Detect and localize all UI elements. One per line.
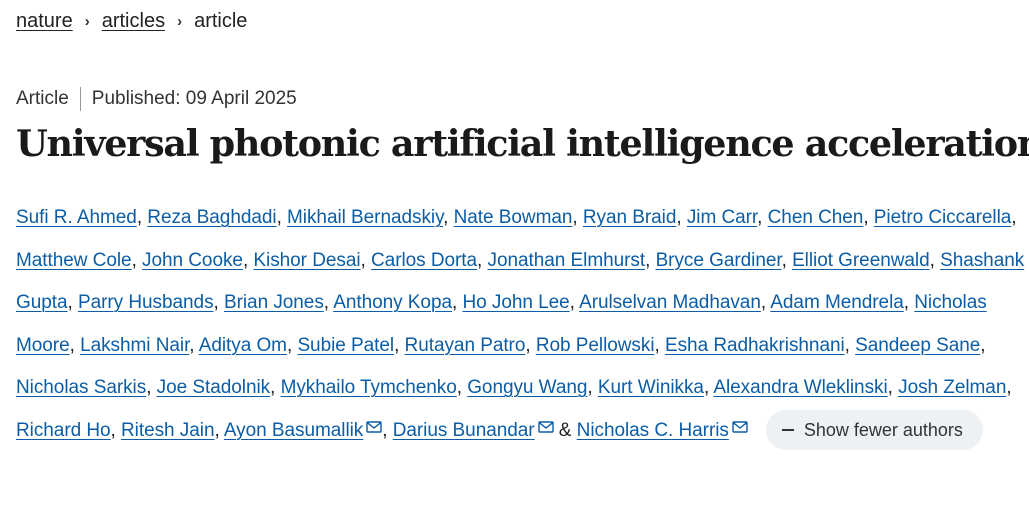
author-link[interactable]: Jim Carr (687, 207, 757, 228)
envelope-icon[interactable] (732, 420, 748, 433)
author-link[interactable]: Kurt Winikka (598, 377, 704, 398)
author-conjunction: & (558, 419, 572, 441)
author-link[interactable]: Ryan Braid (583, 207, 677, 228)
author-link[interactable]: Adam Mendrela (770, 292, 904, 313)
author-link[interactable]: Rutayan Patro (405, 335, 526, 356)
author-link[interactable]: Matthew Cole (16, 250, 132, 271)
envelope-icon[interactable] (537, 420, 554, 433)
article-type: Article (16, 88, 69, 109)
breadcrumb-link-nature[interactable]: nature (16, 10, 73, 33)
show-fewer-label: Show fewer authors (803, 419, 963, 440)
author-link[interactable]: Darius Bunandar (393, 420, 535, 441)
author-link[interactable]: Gongyu Wang (467, 377, 587, 398)
author-link[interactable]: Arulselvan Madhavan (579, 292, 761, 313)
author-link[interactable]: Alexandra Wleklinski (713, 377, 887, 398)
author-link[interactable]: Esha Radhakrishnani (665, 335, 845, 356)
author-link[interactable]: Aditya Om (199, 335, 287, 356)
author-link[interactable]: Anthony Kopa (333, 292, 452, 313)
author-link[interactable]: Reza Baghdadi (147, 207, 276, 228)
article-meta: Article Published: 09 April 2025 (16, 87, 297, 111)
author-link[interactable]: Ritesh Jain (121, 420, 215, 441)
author-link[interactable]: Rob Pellowski (536, 335, 655, 356)
author-link[interactable]: Nate Bowman (454, 207, 573, 228)
author-link[interactable]: Mykhailo Tymchenko (281, 377, 457, 398)
author-link[interactable]: Nicholas Sarkis (16, 377, 146, 398)
author-link[interactable]: Josh Zelman (898, 377, 1006, 398)
author-link[interactable]: Mikhail Bernadskiy (287, 207, 443, 228)
breadcrumb-current: article (194, 10, 248, 32)
publish-date: Published: 09 April 2025 (91, 88, 297, 109)
author-link[interactable]: Brian Jones (224, 292, 324, 313)
envelope-icon[interactable] (366, 420, 382, 433)
author-link[interactable]: Bryce Gardiner (656, 250, 782, 271)
author-link[interactable]: Subie Patel (297, 335, 394, 356)
article-title: Universal photonic artificial intelligen… (16, 122, 1029, 165)
chevron-right-icon: › (84, 13, 90, 30)
author-link[interactable]: Nicholas C. Harris (577, 420, 729, 441)
author-link[interactable]: Pietro Ciccarella (874, 207, 1012, 228)
author-link[interactable]: Sufi R. Ahmed (16, 207, 137, 228)
breadcrumb-link-articles[interactable]: articles (102, 10, 165, 33)
author-link[interactable]: Richard Ho (16, 420, 111, 441)
author-link[interactable]: Elliot Greenwald (792, 250, 930, 271)
author-link[interactable]: Kishor Desai (253, 250, 360, 271)
author-link[interactable]: Joe Stadolnik (157, 377, 270, 398)
author-link[interactable]: Ayon Basumallik (224, 420, 363, 441)
author-link[interactable]: Sandeep Sane (855, 335, 980, 356)
author-link[interactable]: John Cooke (142, 250, 243, 271)
show-fewer-authors-button[interactable]: Show fewer authors (765, 410, 983, 451)
author-link[interactable]: Carlos Dorta (371, 250, 477, 271)
minus-icon (781, 429, 794, 432)
author-list: Sufi R. Ahmed, Reza Baghdadi, Mikhail Be… (16, 197, 1028, 452)
chevron-right-icon: › (177, 13, 183, 30)
breadcrumb: nature › articles › article (16, 10, 247, 33)
author-link[interactable]: Jonathan Elmhurst (488, 250, 646, 271)
author-link[interactable]: Ho John Lee (462, 292, 569, 313)
meta-divider (79, 87, 81, 111)
author-link[interactable]: Parry Husbands (78, 292, 214, 313)
author-link[interactable]: Chen Chen (768, 207, 864, 228)
author-link[interactable]: Lakshmi Nair (80, 335, 189, 356)
